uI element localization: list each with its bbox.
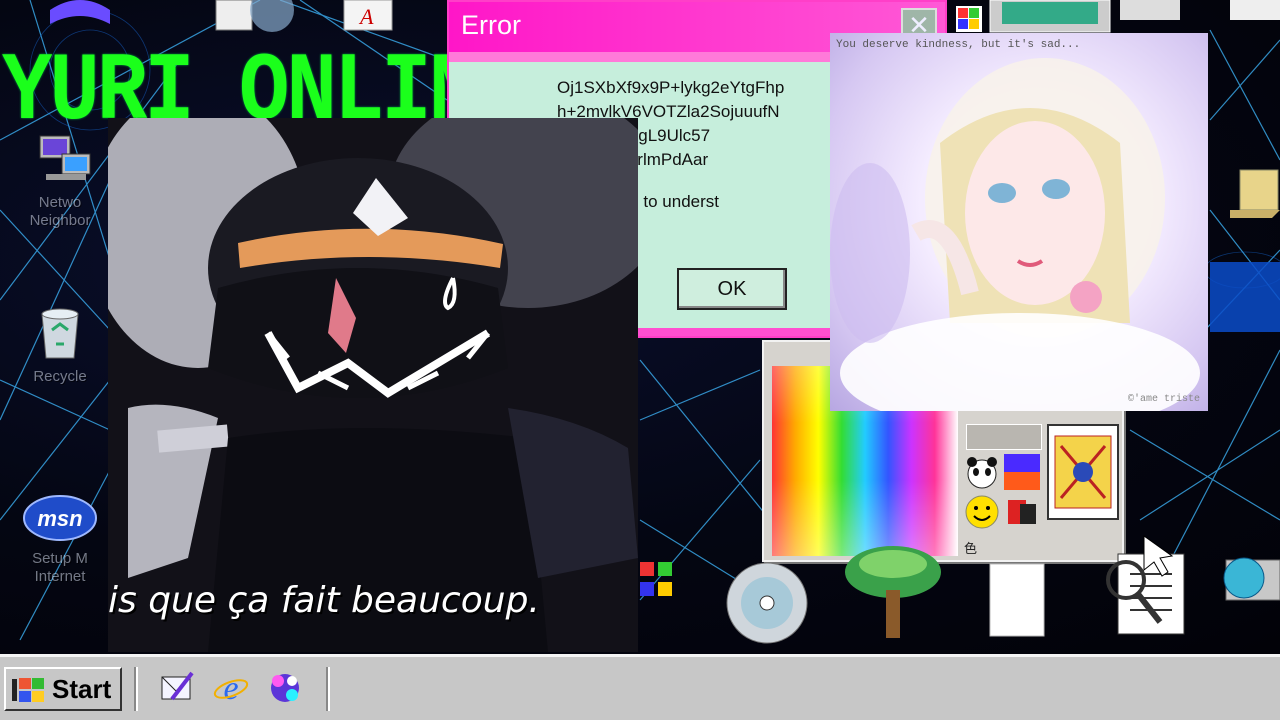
anime-image-watermark: ©'ame triste [1127,394,1200,405]
error-dialog-ok-button[interactable]: OK [677,268,787,310]
find-files-icon [1106,535,1185,635]
desktop-icon-label: Setup M [32,550,88,567]
globe-computer-icon [1223,557,1280,601]
sunset-wallpaper-icon [1004,454,1040,490]
playing-card-jack [1047,424,1119,520]
desktop-icon-label: Internet [34,568,86,585]
quick-launch-channels[interactable] [266,669,304,707]
paint-toolbar-button[interactable] [966,424,1042,450]
desktop-icon-label: Neighbor [29,212,91,229]
start-button[interactable]: Start [4,667,122,711]
blank-document-icon [989,563,1045,637]
desktop-icon-setup-msn[interactable]: msn Setup M Internet [10,490,110,586]
quick-launch-outlook-express[interactable] [158,669,196,707]
desktop-icon-recycle-bin[interactable]: Recycle [10,300,110,386]
desktop-icon-label: Recycle [33,368,87,385]
taskbar-separator [326,667,330,711]
smiley-icon [965,495,999,529]
masked-figure-photo: is que ça fait beaucoup. [108,118,638,652]
anime-girl-image: You deserve kindness, but it's sad... ©'… [830,33,1208,411]
anime-image-top-text: You deserve kindness, but it's sad... [836,39,1081,51]
masked-figure-illustration [108,118,638,652]
internet-explorer-icon: e [213,670,249,707]
windows-flag-icon [640,562,672,596]
quick-launch-internet-explorer[interactable]: e [212,669,250,707]
desktop: Netwo Neighbor Recycle msn Setup M Inter… [0,0,1280,654]
right-side-icons [1230,169,1280,218]
error-dialog-title: Error [461,10,521,40]
chess-piece-icon [1008,500,1036,524]
top-right-icon-strip [956,0,1280,33]
windows-logo-icon [12,678,44,702]
msn-butterfly-icon: msn [23,495,97,541]
photo-subtitle: is que ça fait beaucoup. [108,580,540,621]
taskbar-separator [134,667,138,711]
desktop-icon-label: Netwo [38,194,82,211]
svg-text:e: e [223,670,238,707]
svg-text:A: A [358,4,374,29]
msn-logo-text: msn [37,506,82,531]
panda-icon [967,457,997,489]
top-icon-strip: A [50,0,393,32]
paint-window-label: 色 [964,541,978,556]
channels-icon [271,674,299,702]
taskbar: Start e [0,654,1280,720]
tree-icon [845,546,941,638]
cd-disc-icon [726,562,808,644]
start-label: Start [52,674,112,704]
anime-girl-illustration [830,58,1200,411]
outlook-express-icon [161,671,194,701]
recycle-bin-icon [41,308,79,359]
